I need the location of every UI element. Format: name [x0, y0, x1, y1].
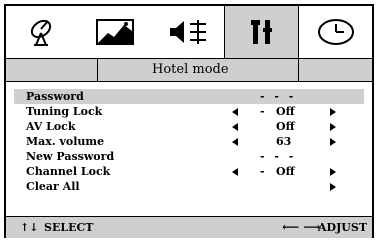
left-arrow-icon[interactable] [232, 108, 238, 116]
menu-item-channel-lock[interactable]: Channel Lock Off [14, 164, 364, 179]
audio-equalizer-icon [169, 20, 206, 44]
menu-item-clear-all[interactable]: Clear All [14, 179, 364, 194]
right-arrow-icon[interactable] [330, 123, 336, 131]
menu-item-label: Password [26, 90, 84, 103]
page-title: Hotel mode [152, 62, 229, 77]
menu-item-label: New Password [26, 150, 115, 163]
menu-item-max-volume[interactable]: Max. volume 63 [14, 134, 364, 149]
menu-item-label: AV Lock [26, 120, 76, 133]
menu-item-value: Off [276, 120, 295, 133]
title-divider [298, 59, 299, 81]
menu-item-label: Max. volume [26, 135, 105, 148]
right-arrow-icon[interactable] [330, 108, 336, 116]
clock-icon [317, 19, 354, 45]
settings-list: Password - - - - Tuning Lock Off AV Lock… [14, 89, 364, 194]
right-arrow-icon[interactable] [330, 168, 336, 176]
tools-icon [250, 20, 272, 44]
menu-item-tuning-lock[interactable]: Tuning Lock Off [14, 104, 364, 119]
left-arrow-icon[interactable] [232, 138, 238, 146]
satellite-dish-icon [31, 19, 52, 46]
up-down-arrow-icon: ↑↓ [20, 221, 39, 234]
left-right-arrow-icon: ⟵ ⟶ [282, 220, 321, 234]
picture-icon [96, 19, 135, 45]
tab-channel[interactable] [6, 6, 79, 58]
select-hint: SELECT [44, 221, 94, 234]
menu-item-label: Tuning Lock [26, 105, 103, 118]
menu-item-password[interactable]: Password - - - - [14, 89, 364, 118]
menu-item-value: Off [276, 105, 295, 118]
tab-setup[interactable] [224, 6, 300, 58]
right-arrow-icon[interactable] [330, 183, 336, 191]
help-bar: ↑↓ SELECT ⟵ ⟶ ADJUST [6, 216, 372, 238]
title-divider [97, 59, 98, 81]
left-arrow-icon[interactable] [232, 168, 238, 176]
right-arrow-icon[interactable] [330, 138, 336, 146]
menu-item-value: 63 [276, 135, 292, 148]
menu-item-label: Clear All [26, 180, 80, 193]
menu-title-bar: Hotel mode [6, 58, 372, 82]
menu-item-label: Channel Lock [26, 165, 111, 178]
osd-menu-frame: Hotel mode Password - - - - Tuning Lock … [4, 4, 374, 238]
menu-item-av-lock[interactable]: AV Lock Off [14, 119, 364, 134]
tab-time[interactable] [299, 6, 372, 58]
tab-sound[interactable] [152, 6, 225, 58]
menu-item-value: Off [276, 165, 295, 178]
left-arrow-icon[interactable] [232, 123, 238, 131]
tab-picture[interactable] [79, 6, 152, 58]
menu-item-new-password[interactable]: New Password - - - - [14, 149, 364, 178]
tab-bar [6, 6, 372, 58]
adjust-hint: ADJUST [318, 221, 368, 234]
